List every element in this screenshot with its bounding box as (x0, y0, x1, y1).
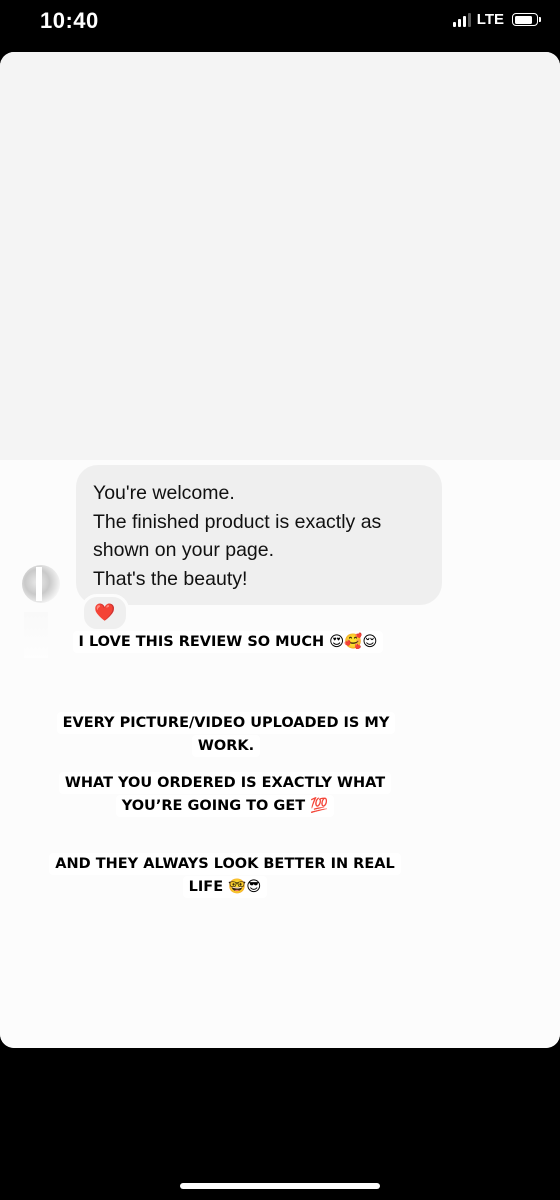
battery-icon (512, 13, 541, 26)
blank-top-area (0, 52, 560, 460)
home-indicator[interactable] (180, 1183, 380, 1189)
status-bar: 10:40 LTE (0, 0, 560, 46)
caption-text: AND THEY ALWAYS LOOK BETTER IN REAL LIFE… (49, 853, 401, 898)
battery-level (514, 15, 532, 24)
message-line: You're welcome. (93, 482, 235, 504)
message-bubble[interactable]: You're welcome. The finished product is … (76, 465, 442, 605)
caption-text: WHAT YOU ORDERED IS EXACTLY WHAT YOU’RE … (58, 772, 392, 817)
sender-avatar (22, 565, 60, 603)
story-caption: WHAT YOU ORDERED IS EXACTLY WHAT YOU’RE … (40, 772, 410, 818)
message-line: shown on your page. (93, 539, 275, 561)
signal-bar (467, 12, 471, 27)
signal-bar (462, 15, 466, 27)
message-line: The finished product is exactly as (93, 510, 382, 533)
heart-reaction-icon[interactable]: ❤️ (81, 594, 129, 632)
network-type: LTE (476, 11, 504, 28)
signal-bar (457, 18, 461, 27)
status-time: 10:40 (40, 8, 99, 33)
caption-text: EVERY PICTURE/VIDEO UPLOADED IS MY WORK. (56, 712, 396, 757)
story-caption: EVERY PICTURE/VIDEO UPLOADED IS MY WORK. (36, 712, 416, 758)
caption-text: I LOVE THIS REVIEW SO MUCH 😍🥰😌 (72, 631, 384, 653)
signal-bar (452, 21, 456, 27)
story-caption: I LOVE THIS REVIEW SO MUCH 😍🥰😌 (38, 631, 418, 654)
status-indicators: LTE (452, 11, 541, 28)
cellular-signal-icon (452, 12, 471, 27)
story-caption: AND THEY ALWAYS LOOK BETTER IN REAL LIFE… (40, 853, 410, 899)
reaction-emoji: ❤️ (94, 603, 116, 622)
message-line: That's the beauty! (93, 567, 248, 590)
